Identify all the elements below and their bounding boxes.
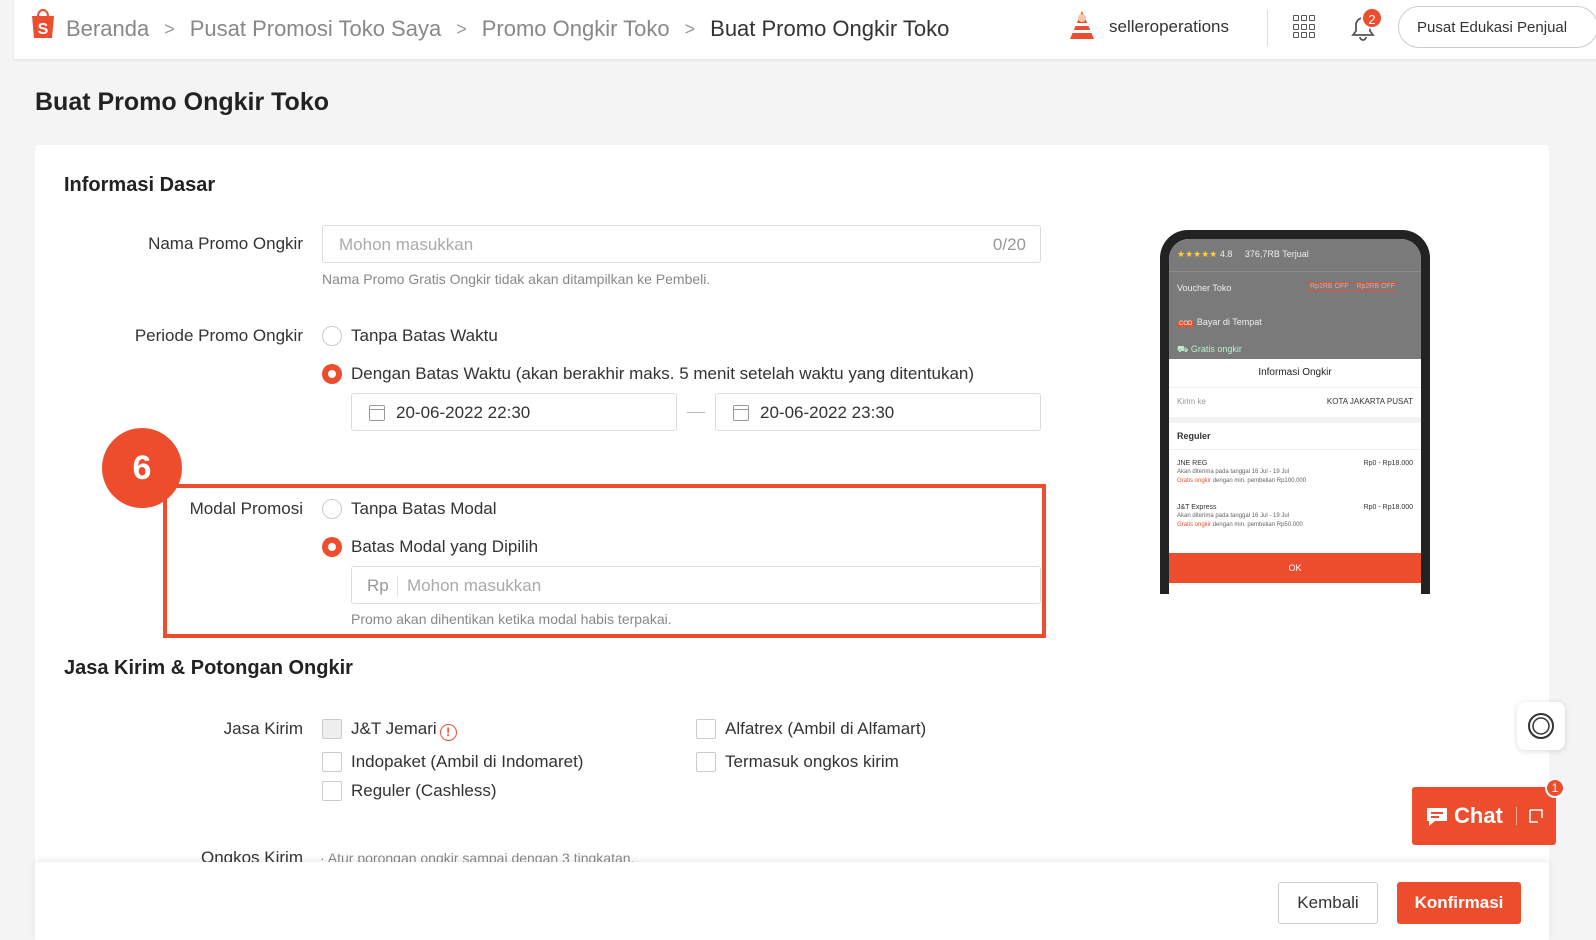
page-title: Buat Promo Ongkir Toko [35,88,329,116]
option-with-time-limit[interactable]: Dengan Batas Waktu (akan berakhir maks. … [351,364,974,384]
breadcrumb: Beranda > Pusat Promosi Toko Saya > Prom… [66,16,949,42]
username[interactable]: selleroperations [1109,17,1229,37]
start-date-value: 20-06-2022 22:30 [396,403,531,422]
budget-highlight-box [163,484,1046,638]
courier-alfatrex[interactable]: Alfatrex (Ambil di Alfamart) [725,719,926,739]
truck-icon: ⛟ [1177,344,1189,354]
breadcrumb-promotion-center[interactable]: Pusat Promosi Toko Saya [190,16,442,42]
preview-ok-button: OK [1169,553,1421,583]
confirm-button[interactable]: Konfirmasi [1397,882,1521,924]
preview-product-overlay: ★★★★★ 4.8 376,7RB Terjual Voucher Toko R… [1169,239,1421,359]
chat-label: Chat [1454,803,1503,828]
phone-preview: ★★★★★ 4.8 376,7RB Terjual Voucher Toko R… [1160,230,1430,594]
preview-rating: ★★★★★ 4.8 376,7RB Terjual [1177,249,1309,259]
section-title-basic-info: Informasi Dasar [64,174,216,196]
checkbox-alfatrex[interactable] [696,719,716,739]
promo-name-hint: Nama Promo Gratis Ongkir tidak akan dita… [322,271,711,287]
end-date-value: 20-06-2022 23:30 [760,403,895,422]
courier-jnt-jemari[interactable]: J&T Jemari! [351,719,457,741]
warning-icon[interactable]: ! [439,724,457,741]
divider [1267,10,1268,46]
chat-bubble-icon [1427,808,1447,826]
section-title-shipping: Jasa Kirim & Potongan Ongkir [64,657,353,679]
chevron-right-icon: > [684,18,696,39]
headset-icon [1528,713,1554,739]
preview-courier-promo: Gratis ongkir dengan min. pembelian Rp10… [1177,478,1307,484]
preview-cod: COD Bayar di Tempat [1177,317,1262,327]
step-badge: 6 [102,428,182,508]
breadcrumb-shipping-promo[interactable]: Promo Ongkir Toko [482,16,670,42]
preview-send-to-value: KOTA JAKARTA PUSAT [1326,397,1413,406]
preview-free-shipping: ⛟ Gratis ongkir [1177,344,1242,354]
courier-include-shipping[interactable]: Termasuk ongkos kirim [725,752,899,772]
preview-group: Reguler [1177,431,1211,441]
svg-text:S: S [38,21,49,38]
star-rating-icon: ★★★★★ [1177,249,1218,259]
preview-courier-name: J&T Express [1177,504,1217,511]
seller-education-button[interactable]: Pusat Edukasi Penjual [1398,6,1596,48]
courier-label: Jasa Kirim [223,719,303,738]
chat-button[interactable]: Chat [1412,787,1556,845]
notification-badge: 2 [1361,7,1383,29]
footer-bar: Kembali Konfirmasi [35,862,1549,940]
preview-courier-eta: Akan diterima pada tanggal 16 Jul - 19 J… [1177,469,1290,475]
calendar-icon [369,405,385,421]
expand-icon[interactable] [1528,808,1544,824]
end-date-picker[interactable]: 20-06-2022 23:30 [715,393,1041,431]
radio-no-time-limit[interactable] [322,326,342,346]
char-counter: 0/20 [992,235,1026,254]
top-navbar: S Beranda > Pusat Promosi Toko Saya > Pr… [14,0,1596,60]
courier-reguler[interactable]: Reguler (Cashless) [351,781,497,801]
checkbox-include-shipping[interactable] [696,752,716,772]
preview-send-to-label: Kirim ke [1177,397,1206,406]
customer-support-button[interactable] [1517,702,1565,750]
start-date-picker[interactable]: 20-06-2022 22:30 [351,393,677,431]
checkbox-reguler[interactable] [322,781,342,801]
checkbox-indopaket[interactable] [322,752,342,772]
shopee-logo-icon[interactable]: S [28,6,58,40]
preview-voucher-tags: Rp1RB OFF Rp2RB OFF [1307,282,1398,291]
preview-courier-name: JNE REG [1177,460,1208,467]
chevron-right-icon: > [456,18,467,39]
courier-jnt-jemari-label: J&T Jemari [351,719,437,738]
promo-name-input[interactable]: Mohon masukkan 0/20 [322,225,1041,263]
breadcrumb-current: Buat Promo Ongkir Toko [710,16,950,41]
phone-screen: ★★★★★ 4.8 376,7RB Terjual Voucher Toko R… [1169,239,1421,594]
chat-badge: 1 [1545,778,1565,798]
back-button[interactable]: Kembali [1278,882,1378,924]
preview-courier-promo: Gratis ongkir dengan min. pembelian Rp50… [1177,522,1303,528]
courier-indopaket[interactable]: Indopaket (Ambil di Indomaret) [351,752,583,772]
apps-grid-icon[interactable] [1293,15,1317,39]
checkbox-jnt-jemari[interactable] [322,719,342,739]
radio-with-time-limit[interactable] [322,364,342,384]
promo-name-label: Nama Promo Ongkir [148,234,303,253]
date-range-dash [687,412,705,413]
preview-sheet-title: Informasi Ongkir [1258,367,1332,378]
promo-name-placeholder: Mohon masukkan [339,235,474,254]
promo-period-label: Periode Promo Ongkir [134,326,303,345]
preview-courier-price: Rp0 - Rp18.000 [1363,504,1413,511]
preview-voucher: Voucher Toko [1177,283,1232,293]
preview-courier-eta: Akan diterima pada tanggal 16 Jul - 19 J… [1177,513,1290,519]
preview-courier-price: Rp0 - Rp18.000 [1363,460,1413,467]
option-no-time-limit[interactable]: Tanpa Batas Waktu [351,326,498,346]
avatar[interactable] [1066,9,1098,43]
breadcrumb-home[interactable]: Beranda [66,16,149,42]
chevron-right-icon: > [164,18,175,39]
calendar-icon [733,405,749,421]
